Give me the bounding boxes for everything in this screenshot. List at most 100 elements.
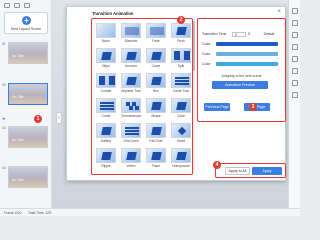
effect-shape-icon bbox=[151, 52, 162, 60]
effect-label: Comb bbox=[101, 114, 111, 118]
effect-thumbnail bbox=[146, 23, 166, 38]
effect-item[interactable]: Vortex bbox=[121, 148, 141, 168]
effect-label: Uncover bbox=[124, 64, 138, 68]
slide-thumbnail[interactable]: No Title bbox=[8, 42, 48, 64]
total-time: Total Time: 12S bbox=[28, 210, 52, 215]
effect-item[interactable]: Grid Lines bbox=[121, 123, 141, 143]
text-icon[interactable] bbox=[292, 44, 298, 50]
effect-shape-icon bbox=[101, 52, 112, 60]
slide-thumbnail[interactable]: No Title bbox=[8, 126, 48, 148]
effect-thumbnail bbox=[121, 98, 141, 113]
effect-item[interactable]: Flash bbox=[146, 148, 166, 168]
table-icon[interactable] bbox=[292, 80, 298, 86]
slide-thumbnail-active[interactable]: No Title bbox=[8, 83, 48, 105]
effect-label: Split bbox=[177, 64, 185, 68]
effect-shape-icon bbox=[100, 102, 114, 104]
apply-to-all-button[interactable]: Apply to All bbox=[225, 167, 250, 175]
effect-item[interactable]: Ripple bbox=[96, 148, 116, 168]
effect-shape-icon bbox=[177, 126, 187, 136]
effect-thumbnail bbox=[146, 148, 166, 163]
transition-time-input[interactable]: 2 bbox=[232, 32, 246, 37]
layers-icon[interactable] bbox=[292, 20, 298, 26]
effect-thumbnail bbox=[121, 148, 141, 163]
color-picker-2[interactable] bbox=[216, 52, 278, 56]
new-layout-label: New Layout Scene bbox=[10, 27, 42, 31]
effect-label: Heart bbox=[176, 139, 186, 143]
effect-thumbnail bbox=[146, 98, 166, 113]
collapse-panel-arrow-icon[interactable]: ‹ bbox=[56, 112, 62, 124]
effect-label: Airplane Tran bbox=[121, 89, 141, 93]
effect-label: Ripple bbox=[101, 164, 111, 168]
effect-thumbnail bbox=[146, 48, 166, 63]
effect-item[interactable]: Gallery bbox=[96, 123, 116, 143]
list-view-icon[interactable] bbox=[14, 3, 20, 8]
effect-item[interactable]: Shape bbox=[146, 98, 166, 118]
shape-icon[interactable] bbox=[292, 56, 298, 62]
effect-shape-icon bbox=[126, 102, 130, 106]
close-icon[interactable]: × bbox=[277, 9, 281, 15]
new-layout-scene-button[interactable]: + New Layout Scene bbox=[4, 12, 48, 34]
animation-preview-button[interactable]: Animation Preview bbox=[212, 81, 268, 89]
effect-item[interactable]: None bbox=[96, 23, 116, 43]
effect-thumbnail bbox=[171, 98, 191, 113]
effect-item[interactable]: Fall Over bbox=[146, 123, 166, 143]
effect-item[interactable]: Comb Tran bbox=[171, 73, 191, 93]
settings-icon[interactable] bbox=[292, 8, 298, 14]
effect-item[interactable]: Fade bbox=[146, 23, 166, 43]
effect-label: Comb Tran bbox=[172, 89, 190, 93]
effect-label: Curtain bbox=[100, 89, 112, 93]
color-label: Color bbox=[202, 62, 211, 66]
effect-item[interactable]: Comb bbox=[96, 98, 116, 118]
effect-item[interactable]: Wipe bbox=[96, 48, 116, 68]
autoplay-text[interactable]: Autoplay to the next scene bbox=[198, 74, 285, 78]
effect-label: Wipe bbox=[102, 64, 110, 68]
plus-icon: + bbox=[22, 16, 31, 25]
effect-thumbnail bbox=[96, 73, 116, 88]
effect-shape-icon bbox=[101, 152, 112, 160]
status-bar: Frame 2/20 Total Time: 12S bbox=[0, 208, 300, 216]
effect-item[interactable]: Push bbox=[171, 23, 191, 43]
color-label: Color bbox=[202, 52, 211, 56]
effect-thumbnail bbox=[171, 48, 191, 63]
transition-settings: Transition Time 2 S Default Color Color … bbox=[197, 18, 286, 122]
effect-item[interactable]: Dissolve bbox=[121, 23, 141, 43]
effect-label: Dissolve bbox=[124, 39, 138, 43]
animation-star-icon: ★ bbox=[2, 116, 6, 121]
slide-number: 01 bbox=[2, 42, 6, 46]
frame-counter: Frame 2/20 bbox=[4, 210, 22, 215]
effect-item[interactable]: Box bbox=[146, 73, 166, 93]
slide-thumbnail[interactable]: No Title bbox=[8, 166, 48, 188]
effect-label: Shape bbox=[151, 114, 161, 118]
effect-shape-icon bbox=[125, 27, 139, 35]
grid-view-icon[interactable] bbox=[4, 3, 10, 8]
effect-item[interactable]: Cube bbox=[171, 98, 191, 118]
effect-thumbnail bbox=[171, 73, 191, 88]
effect-item[interactable]: Cover bbox=[146, 48, 166, 68]
effect-thumbnail bbox=[121, 48, 141, 63]
effect-item[interactable]: Split bbox=[171, 48, 191, 68]
default-button[interactable]: Default bbox=[260, 31, 278, 37]
previous-page-button[interactable]: Previous Page bbox=[204, 103, 230, 111]
effect-thumbnail bbox=[96, 48, 116, 63]
color-picker-3[interactable] bbox=[216, 62, 278, 66]
effect-item[interactable]: Checkerboard bbox=[121, 98, 141, 118]
apply-button[interactable]: Apply bbox=[252, 167, 282, 175]
effects-scrollbar-thumb[interactable] bbox=[193, 21, 195, 71]
effect-item[interactable]: Heart bbox=[171, 123, 191, 143]
slide-title: No Title bbox=[12, 54, 24, 58]
effect-thumbnail bbox=[121, 23, 141, 38]
effect-item[interactable]: Airplane Tran bbox=[121, 73, 141, 93]
effect-item[interactable]: Honeycomb bbox=[171, 148, 191, 168]
next-page-button[interactable]: Next Page bbox=[244, 103, 270, 111]
color-picker-1[interactable] bbox=[216, 42, 278, 46]
animation-icon[interactable] bbox=[292, 92, 298, 98]
effect-item[interactable]: Curtain bbox=[96, 73, 116, 93]
chart-icon[interactable] bbox=[292, 68, 298, 74]
effect-label: Box bbox=[153, 89, 159, 93]
effect-item[interactable]: Uncover bbox=[121, 48, 141, 68]
effect-shape-icon bbox=[174, 51, 180, 60]
effect-label: None bbox=[102, 39, 110, 43]
folder-icon[interactable] bbox=[24, 3, 30, 8]
effect-label: Cube bbox=[177, 114, 185, 118]
image-icon[interactable] bbox=[292, 32, 298, 38]
